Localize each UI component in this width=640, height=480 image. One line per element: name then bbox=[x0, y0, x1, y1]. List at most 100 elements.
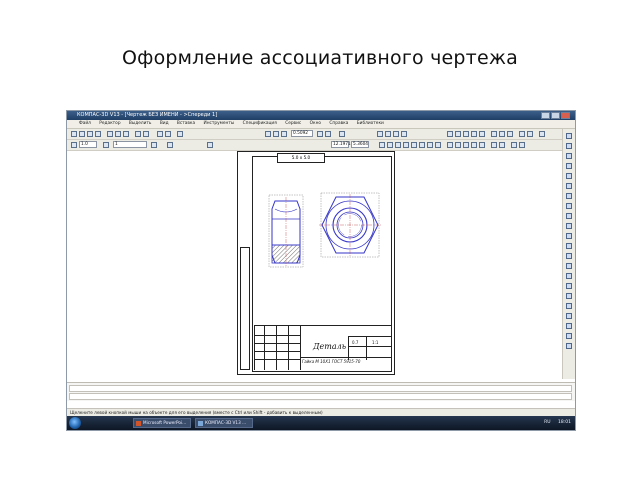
new-icon[interactable] bbox=[71, 131, 77, 137]
menu-window[interactable]: Окно bbox=[310, 120, 321, 128]
menu-libraries[interactable]: Библиотеки bbox=[357, 120, 384, 128]
menu-select[interactable]: Выделить bbox=[129, 120, 152, 128]
minimize-button[interactable] bbox=[541, 112, 550, 119]
menu-insert[interactable]: Вставка bbox=[177, 120, 195, 128]
edit-icon[interactable] bbox=[566, 163, 572, 169]
local-cs-icon[interactable] bbox=[385, 131, 391, 137]
save-icon[interactable] bbox=[87, 131, 93, 137]
line-icon[interactable] bbox=[379, 142, 385, 148]
text-icon[interactable] bbox=[471, 142, 477, 148]
dimensions-icon[interactable] bbox=[566, 143, 572, 149]
chamfer-icon[interactable] bbox=[427, 142, 433, 148]
menu-specification[interactable]: Спецификация bbox=[243, 120, 277, 128]
cursor-icon[interactable] bbox=[207, 142, 213, 148]
sheet-icon[interactable] bbox=[566, 283, 572, 289]
macro-icon[interactable] bbox=[566, 243, 572, 249]
grid-icon[interactable] bbox=[339, 131, 345, 137]
help-icon[interactable] bbox=[539, 131, 545, 137]
parametrization-icon[interactable] bbox=[566, 173, 572, 179]
associative-view-icon[interactable] bbox=[455, 131, 461, 137]
zoom-window-icon[interactable] bbox=[281, 131, 287, 137]
scale-field[interactable]: 1.0 bbox=[79, 141, 97, 148]
print-icon[interactable] bbox=[95, 131, 101, 137]
layer-manager-icon[interactable] bbox=[566, 313, 572, 319]
menu-view[interactable]: Вид bbox=[160, 120, 169, 128]
close-button[interactable] bbox=[561, 112, 570, 119]
angular-dimension-icon[interactable] bbox=[463, 142, 469, 148]
hatch-icon[interactable] bbox=[491, 142, 497, 148]
clock[interactable]: 18:01 bbox=[558, 420, 571, 425]
symbols-icon[interactable] bbox=[566, 153, 572, 159]
table-icon[interactable] bbox=[479, 142, 485, 148]
property-row-1[interactable] bbox=[69, 385, 572, 392]
grid-step-icon[interactable] bbox=[167, 142, 173, 148]
snap-icon[interactable] bbox=[393, 131, 399, 137]
dimension-icon[interactable] bbox=[447, 142, 453, 148]
circle-icon[interactable] bbox=[387, 142, 393, 148]
format-icon[interactable] bbox=[566, 293, 572, 299]
menu-help[interactable]: Справка bbox=[329, 120, 348, 128]
layout-icon[interactable] bbox=[566, 273, 572, 279]
cut-icon[interactable] bbox=[107, 131, 113, 137]
zoom-field[interactable]: 0.5092 bbox=[291, 130, 313, 137]
axis-icon[interactable] bbox=[499, 142, 505, 148]
pan-icon[interactable] bbox=[317, 131, 323, 137]
measure-panel-icon[interactable] bbox=[566, 183, 572, 189]
leader-icon[interactable] bbox=[511, 142, 517, 148]
coord-y-field[interactable]: 5.3604 bbox=[351, 141, 369, 148]
redo-icon[interactable] bbox=[143, 131, 149, 137]
polygon-icon[interactable] bbox=[411, 142, 417, 148]
layer-field[interactable]: 1 bbox=[113, 141, 147, 148]
technical-requirements-icon[interactable] bbox=[491, 131, 497, 137]
copy-icon[interactable] bbox=[115, 131, 121, 137]
arc-icon[interactable] bbox=[395, 142, 401, 148]
menu-tools[interactable]: Инструменты bbox=[204, 120, 235, 128]
section-icon[interactable] bbox=[463, 131, 469, 137]
title-block[interactable]: Деталь 0.7 1:1 Гайка М 10Х1 ГОСТ 5915-70 bbox=[254, 325, 391, 370]
break-view-icon[interactable] bbox=[479, 131, 485, 137]
part-standard[interactable]: Гайка М 10Х1 ГОСТ 5915-70 bbox=[302, 359, 360, 364]
select-panel-icon[interactable] bbox=[566, 193, 572, 199]
ortho-icon[interactable] bbox=[377, 131, 383, 137]
properties-icon[interactable] bbox=[157, 131, 163, 137]
insert-icon[interactable] bbox=[566, 233, 572, 239]
reports-icon[interactable] bbox=[566, 223, 572, 229]
language-indicator[interactable]: RU bbox=[544, 420, 550, 425]
associative-views-icon[interactable] bbox=[566, 203, 572, 209]
radial-dimension-icon[interactable] bbox=[455, 142, 461, 148]
fit-all-icon[interactable] bbox=[325, 131, 331, 137]
layers-icon[interactable] bbox=[401, 131, 407, 137]
side-view[interactable] bbox=[268, 194, 304, 268]
part-mass[interactable]: 0.7 bbox=[352, 340, 358, 345]
roughness-icon[interactable] bbox=[499, 131, 505, 137]
fillet-icon[interactable] bbox=[435, 142, 441, 148]
detail-view-icon[interactable] bbox=[471, 131, 477, 137]
rectangle-icon[interactable] bbox=[403, 142, 409, 148]
paste-icon[interactable] bbox=[123, 131, 129, 137]
drawing-canvas[interactable]: 5.0 x 5.0 Деталь 0.7 1:1 Гайка М 10Х1 ГО… bbox=[67, 151, 562, 381]
spec-icon[interactable] bbox=[566, 213, 572, 219]
spline-icon[interactable] bbox=[419, 142, 425, 148]
coord-x-field[interactable]: 12.1971 bbox=[331, 141, 351, 148]
menu-service[interactable]: Сервис bbox=[285, 120, 301, 128]
settings-icon[interactable] bbox=[566, 343, 572, 349]
open-icon[interactable] bbox=[79, 131, 85, 137]
raster-icon[interactable] bbox=[566, 253, 572, 259]
maximize-button[interactable] bbox=[551, 112, 560, 119]
part-name[interactable]: Деталь bbox=[313, 342, 346, 351]
refresh-icon[interactable] bbox=[177, 131, 183, 137]
menu-edit[interactable]: Редактор bbox=[99, 120, 120, 128]
undo-icon[interactable] bbox=[135, 131, 141, 137]
task-kompas[interactable]: КОМПАС-3D V13 ... bbox=[195, 418, 253, 428]
variables-icon[interactable] bbox=[566, 323, 572, 329]
report-icon[interactable] bbox=[527, 131, 533, 137]
base-icon[interactable] bbox=[519, 142, 525, 148]
measure-icon[interactable] bbox=[447, 131, 453, 137]
geometry-icon[interactable] bbox=[566, 133, 572, 139]
check-icon[interactable] bbox=[519, 131, 525, 137]
view-manager-icon[interactable] bbox=[566, 303, 572, 309]
menu-file[interactable]: Файл bbox=[79, 120, 91, 128]
front-view[interactable] bbox=[319, 192, 381, 258]
fragment-icon[interactable] bbox=[566, 263, 572, 269]
start-button[interactable] bbox=[69, 417, 81, 429]
